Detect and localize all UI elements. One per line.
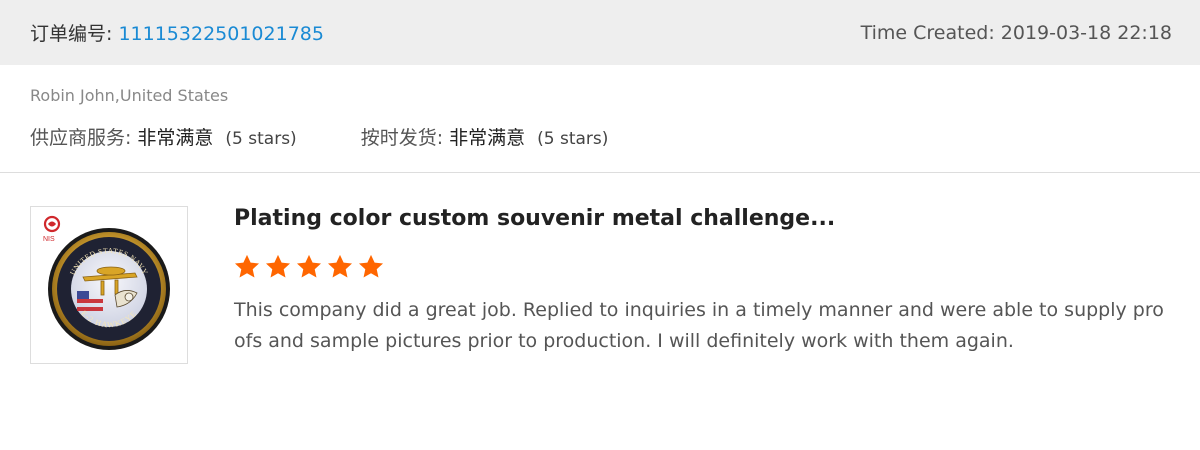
star-icon: [327, 254, 353, 278]
rating-value: 非常满意: [449, 127, 526, 149]
order-number-label: 订单编号:: [30, 23, 119, 45]
rating-stars-text: (5 stars): [225, 129, 297, 149]
buyer-block: Robin John,United States 供应商服务: 非常满意 (5 …: [0, 65, 1200, 173]
navy-challenge-coin-icon: NIS UNITED STATES NAVY E-2 HAWKEYE: [43, 215, 170, 350]
buyer-name-location: Robin John,United States: [30, 86, 229, 105]
star-icon: [234, 254, 260, 278]
rating-stars-text: (5 stars): [537, 129, 609, 149]
product-thumbnail[interactable]: NIS UNITED STATES NAVY E-2 HAWKEYE: [30, 206, 188, 364]
star-icon: [265, 254, 291, 278]
rating-label: 供应商服务:: [30, 127, 132, 149]
ratings-row: 供应商服务: 非常满意 (5 stars) 按时发货: 非常满意 (5 star…: [30, 123, 608, 150]
brand-logo-icon: NIS: [43, 215, 61, 243]
product-star-rating: [233, 253, 388, 281]
order-number: 订单编号: 11115322501021785: [30, 19, 324, 46]
rating-label: 按时发货:: [360, 127, 444, 149]
rating-supplier-service: 供应商服务: 非常满意 (5 stars): [30, 123, 297, 150]
svg-text:NIS: NIS: [43, 236, 55, 243]
product-title-link[interactable]: Plating color custom souvenir metal chal…: [234, 206, 835, 231]
order-number-link[interactable]: 11115322501021785: [118, 23, 324, 45]
star-icon: [358, 254, 384, 278]
star-icon: [296, 254, 322, 278]
time-created: Time Created: 2019-03-18 22:18: [860, 21, 1172, 44]
review-text: This company did a great job. Replied to…: [234, 299, 1164, 352]
rating-on-time-delivery: 按时发货: 非常满意 (5 stars): [361, 123, 609, 150]
rating-value: 非常满意: [137, 127, 214, 149]
order-header: 订单编号: 11115322501021785 Time Created: 20…: [0, 0, 1200, 65]
